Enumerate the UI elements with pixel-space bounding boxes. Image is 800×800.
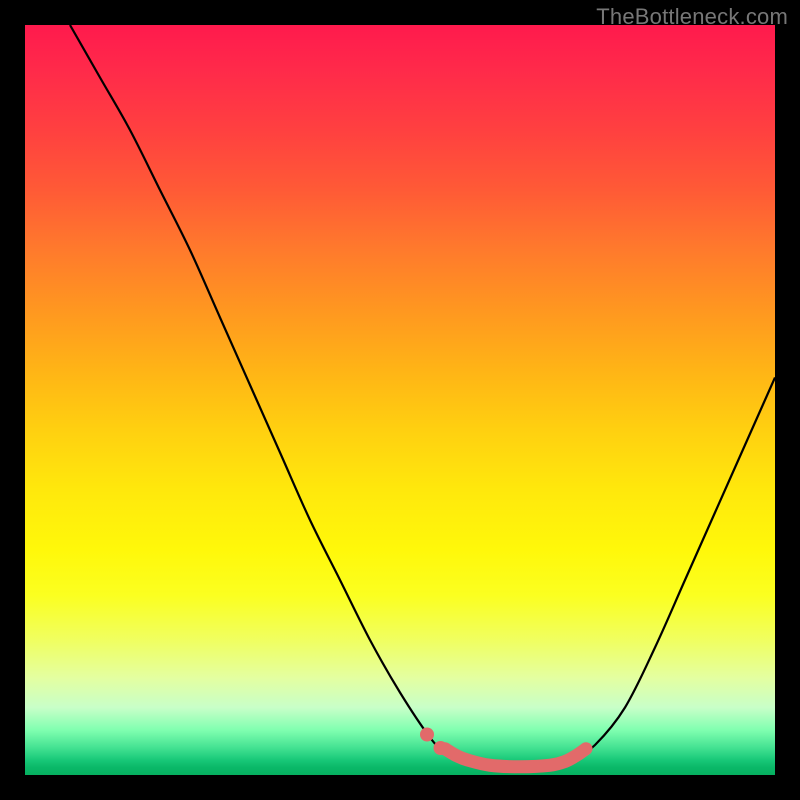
curve-layer bbox=[25, 25, 775, 775]
watermark-text: TheBottleneck.com bbox=[596, 4, 788, 30]
highlight-dot-1 bbox=[434, 741, 448, 755]
chart-frame: TheBottleneck.com bbox=[0, 0, 800, 800]
bottleneck-curve bbox=[70, 25, 775, 768]
highlight-valley-segment bbox=[445, 749, 586, 767]
highlight-dot-0 bbox=[420, 728, 434, 742]
